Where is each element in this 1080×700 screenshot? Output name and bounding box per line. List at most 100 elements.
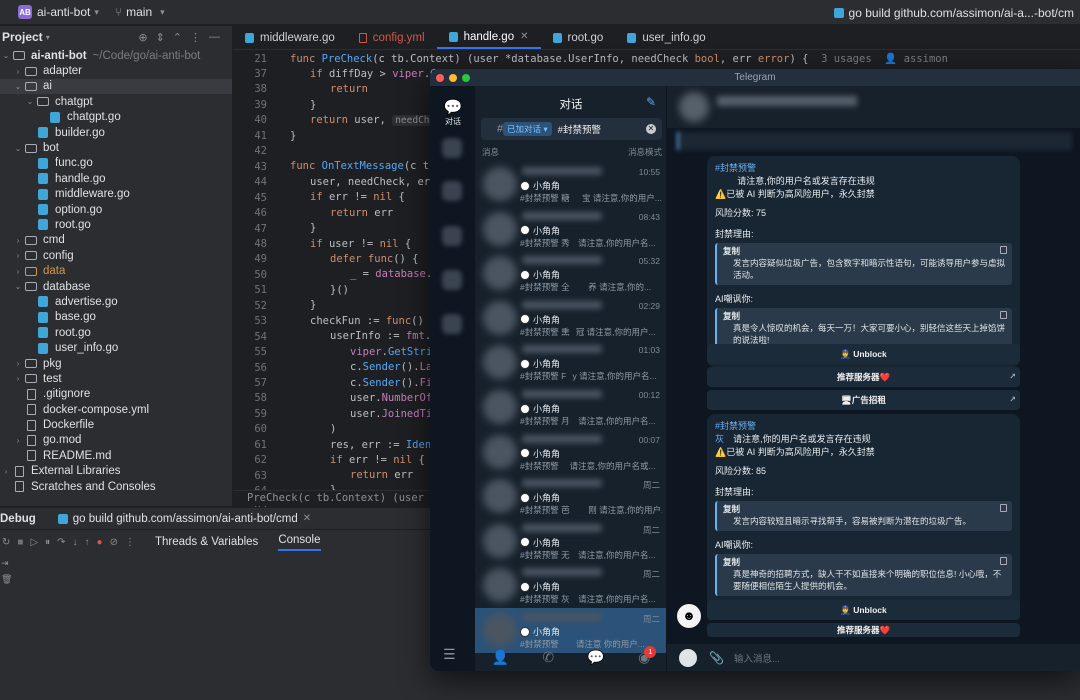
copy-icon[interactable] <box>1000 246 1007 254</box>
tree-item[interactable]: › pkg <box>0 356 232 371</box>
tree-item[interactable]: root.go <box>0 217 232 232</box>
chevron-down-icon[interactable]: ⌄ <box>24 97 36 106</box>
copy-icon[interactable] <box>1000 311 1007 319</box>
search-result-row[interactable]: 00:12 小角角 #封禁预警 月⠀ 请注意,你的用户名... <box>475 385 666 430</box>
tree-item[interactable]: › data <box>0 263 232 278</box>
hashtag-link[interactable]: #封禁预警 <box>715 421 756 431</box>
contacts-icon[interactable]: 👤 <box>492 649 509 666</box>
clear-search-icon[interactable]: ✕ <box>646 124 656 134</box>
chevron-right-icon[interactable]: › <box>12 236 24 245</box>
console-side-icon[interactable]: ⇥ <box>1 558 9 569</box>
search-result-row[interactable]: 05:32 小角角 #封禁预警 全⠀⠀⠀养 请注意,你的... <box>475 251 666 296</box>
debug-title[interactable]: Debug <box>0 513 36 525</box>
unblock-button[interactable]: 👮 Unblock <box>707 344 1020 364</box>
settings-avatar-icon[interactable]: ◉ 1 <box>638 645 657 666</box>
tree-item[interactable]: › cmd <box>0 233 232 248</box>
close-icon[interactable]: ✕ <box>303 513 311 524</box>
chevron-down-icon[interactable]: ⌄ <box>12 82 24 91</box>
search-result-row[interactable]: 02:29 小角角 #封禁预警 熏⠀冠 请注意,你的用户... <box>475 296 666 341</box>
tree-item[interactable]: › test <box>0 371 232 386</box>
folder-item[interactable] <box>442 314 462 334</box>
tab-threads-variables[interactable]: Threads & Variables <box>155 536 258 548</box>
user-mention[interactable]: ⠀⠀⠀ <box>715 176 735 186</box>
folder-item[interactable] <box>442 226 462 246</box>
settings-sliders-icon[interactable]: ☰ <box>443 646 456 663</box>
step-into-icon[interactable]: ↓ <box>73 537 78 548</box>
chevron-down-icon[interactable]: ⌄ <box>0 51 12 60</box>
search-result-row[interactable]: 01:03 小角角 #封禁预警 F⠀y 请注意,你的用户名... <box>475 340 666 385</box>
tree-item[interactable]: ⌄ ai <box>0 78 232 95</box>
chevron-right-icon[interactable]: › <box>12 267 24 276</box>
unblock-button[interactable]: 👮 Unblock <box>707 600 1020 620</box>
search-result-row[interactable]: 周二 小角角 #封禁预警 灰⠀ 请注意,你的用户名... <box>475 563 666 608</box>
collapse-all-icon[interactable]: ⌃ <box>173 31 182 44</box>
tree-item[interactable]: docker-compose.yml <box>0 402 232 417</box>
stop-icon[interactable]: ■ <box>17 537 23 548</box>
more-options-icon[interactable]: ⋮ <box>190 31 201 44</box>
reason-quote[interactable]: 复制 发言内容较短且暗示寻找帮手，容易被判断为潜在的垃圾广告。 <box>715 501 1012 531</box>
project-name[interactable]: ai-anti-bot <box>37 5 90 19</box>
tree-item[interactable]: ⌄ bot <box>0 140 232 155</box>
editor-tab[interactable]: user_info.go <box>615 26 717 49</box>
my-avatar[interactable] <box>679 648 697 667</box>
tree-item[interactable]: option.go <box>0 202 232 217</box>
reason-quote[interactable]: 复制 发言内容疑似垃圾广告，包含数字和暗示性语句，可能诱导用户参与虐拟活动。 <box>715 243 1012 285</box>
tree-item[interactable]: chatgpt.go <box>0 110 232 125</box>
tree-item[interactable]: Dockerfile <box>0 417 232 432</box>
tree-item[interactable]: handle.go <box>0 171 232 186</box>
chevron-right-icon[interactable]: › <box>12 359 24 368</box>
view-breakpoints-icon[interactable]: ● <box>97 537 103 548</box>
tree-item[interactable]: func.go <box>0 156 232 171</box>
attach-icon[interactable]: 📎 <box>709 651 724 665</box>
search-result-row[interactable]: 周二 小角角 #封禁预警 芭⠀⠀⠀刚 请注意,你的用户... <box>475 474 666 519</box>
tree-item[interactable]: ⌄ database <box>0 279 232 294</box>
locate-icon[interactable]: ⊕ <box>138 31 147 44</box>
search-result-row[interactable]: 10:55 小角角 #封禁预警 糖⠀⠀宝 请注意,你的用户... <box>475 162 666 207</box>
tree-item[interactable]: › config <box>0 248 232 263</box>
step-over-icon[interactable]: ↷ <box>57 537 65 548</box>
editor-tab[interactable]: handle.go ✕ <box>436 26 541 49</box>
editor-tab[interactable]: middleware.go <box>233 26 347 49</box>
tree-item[interactable]: › adapter <box>0 63 232 78</box>
chevron-down-icon[interactable]: ▾ <box>94 7 99 18</box>
folder-item[interactable] <box>442 270 462 290</box>
branch-selector[interactable]: ⑂ main ▾ <box>115 5 165 19</box>
mock-quote[interactable]: 复制 真是神奇的招聘方式，缺人干不如直接来个明确的职位信息! 小心哦，不要随便相信… <box>715 554 1012 596</box>
recommend-button[interactable]: 推荐服务器❤️ ↗ <box>707 367 1020 387</box>
chevron-down-icon[interactable]: ⌄ <box>12 144 24 153</box>
expand-collapse-icon[interactable]: ⇕ <box>156 31 165 44</box>
compose-icon[interactable]: ✎ <box>646 95 656 109</box>
search-input[interactable]: # 已加对话 ▾ #封禁预警 ✕ <box>481 118 662 140</box>
tree-item[interactable]: middleware.go <box>0 187 232 202</box>
folder-item[interactable] <box>442 181 462 201</box>
run-config-selector[interactable]: go build github.com/assimon/ai-a...-bot/… <box>833 0 1080 25</box>
chats-icon[interactable]: 💬 <box>587 649 604 666</box>
pinned-message[interactable] <box>677 132 1072 150</box>
chevron-down-icon[interactable]: ▾ <box>46 33 50 42</box>
tree-item[interactable]: .gitignore <box>0 387 232 402</box>
chevron-down-icon[interactable]: ⌄ <box>12 282 24 291</box>
results-mode-toggle[interactable]: 消息模式 <box>628 146 662 158</box>
minimize-window-icon[interactable] <box>449 74 457 82</box>
folder-all-chats[interactable]: 💬 对话 <box>438 98 468 127</box>
tree-item[interactable]: › External Libraries <box>0 464 232 479</box>
editor-tab[interactable]: config.yml <box>347 26 437 49</box>
close-window-icon[interactable] <box>436 74 444 82</box>
chevron-right-icon[interactable]: › <box>12 436 24 445</box>
close-icon[interactable]: ✕ <box>520 31 528 42</box>
tree-item[interactable]: ⌄ chatgpt <box>0 94 232 109</box>
pause-icon[interactable]: ⏸ <box>45 537 50 548</box>
bot-avatar[interactable]: ☻ <box>677 604 701 628</box>
search-result-row[interactable]: 08:43 小角角 #封禁预警 秀⠀ 请注意,你的用户名... <box>475 207 666 252</box>
chevron-right-icon[interactable]: › <box>12 251 24 260</box>
hashtag-link[interactable]: #封禁预警 <box>715 163 756 173</box>
chat-header[interactable] <box>667 86 1080 128</box>
user-mention[interactable]: 灰⠀ <box>715 434 731 444</box>
mute-breakpoints-icon[interactable]: ⊘ <box>110 537 118 548</box>
message-input[interactable]: 输入消息... <box>734 651 780 665</box>
project-panel-title[interactable]: Project <box>2 30 43 44</box>
chevron-right-icon[interactable]: › <box>12 374 24 383</box>
tree-item[interactable]: root.go <box>0 325 232 340</box>
tree-item[interactable]: user_info.go <box>0 340 232 355</box>
copy-icon[interactable] <box>1000 504 1007 512</box>
